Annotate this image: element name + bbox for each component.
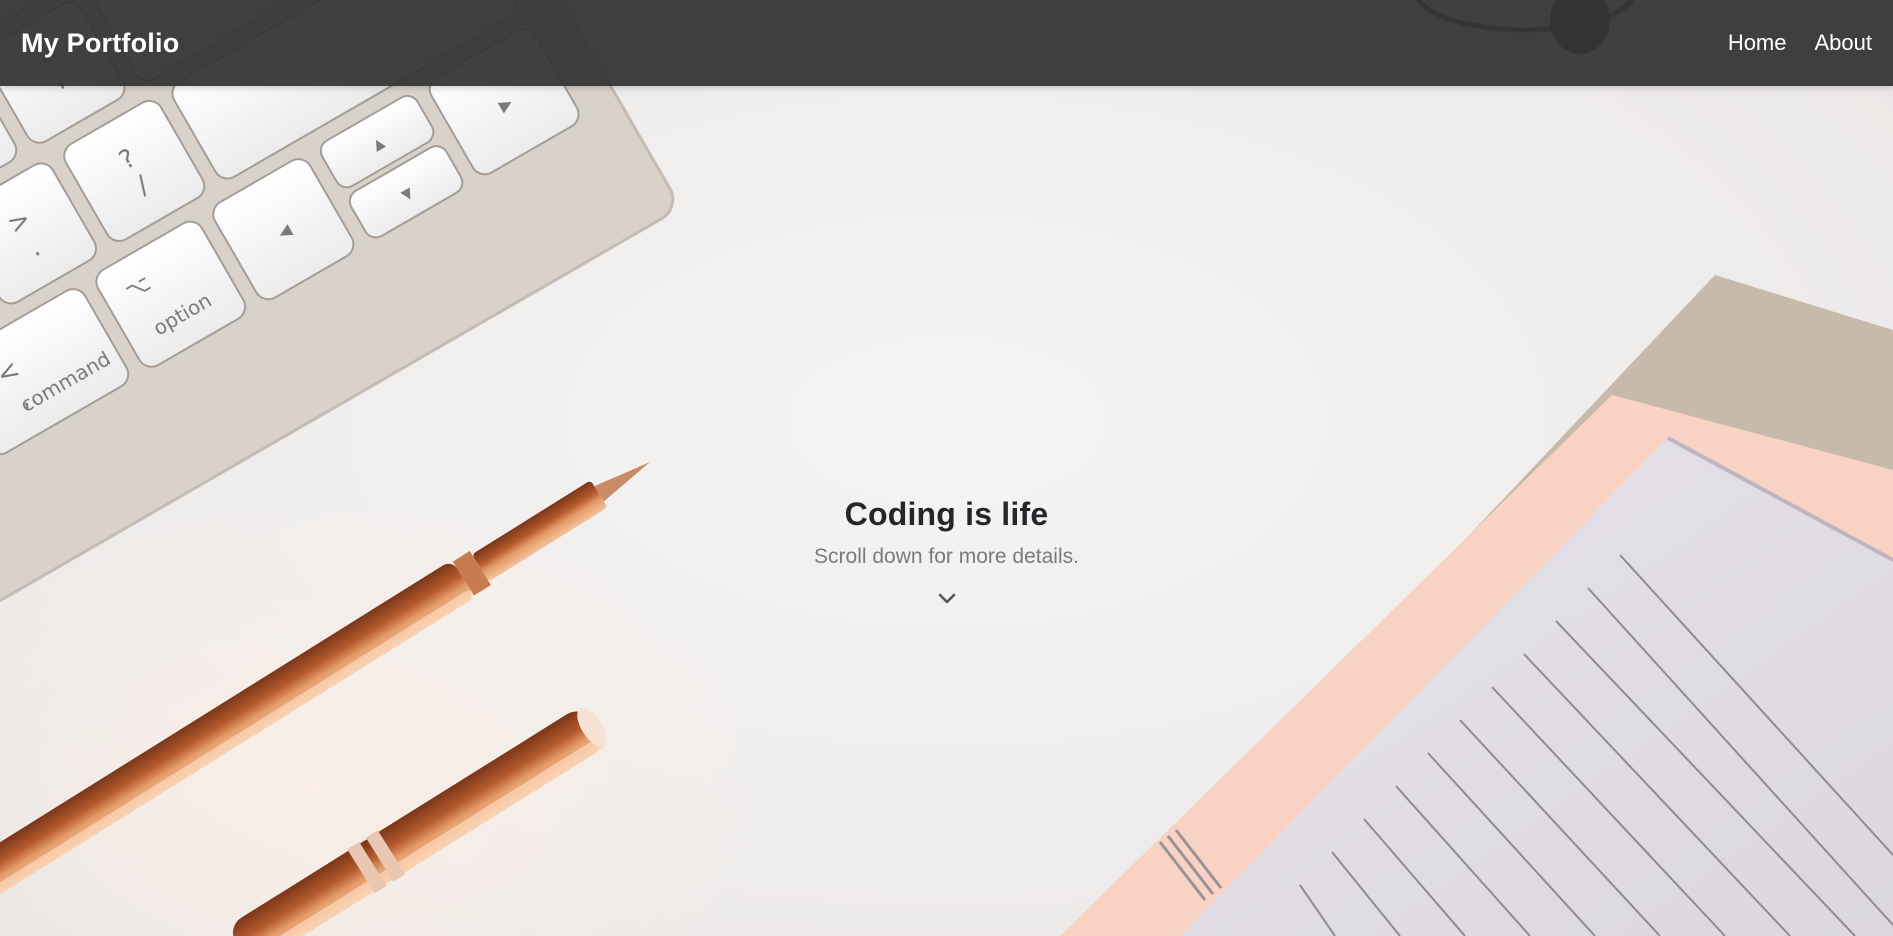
nav-link-home[interactable]: Home (1728, 30, 1787, 56)
hero-content: Coding is life Scroll down for more deta… (0, 496, 1893, 612)
hero-section: P [ return shift " ' : ; L > . ? / < , c… (0, 0, 1893, 936)
brand-link[interactable]: My Portfolio (21, 28, 179, 59)
nav-link-about[interactable]: About (1815, 30, 1873, 56)
hero-title: Coding is life (844, 496, 1049, 532)
desk-background-photo: P [ return shift " ' : ; L > . ? / < , c… (0, 0, 1893, 936)
top-navbar: My Portfolio Home About (0, 0, 1893, 86)
chevron-down-icon[interactable] (936, 591, 958, 607)
nav-links: Home About (1728, 30, 1872, 56)
hero-subtitle: Scroll down for more details. (814, 545, 1079, 568)
